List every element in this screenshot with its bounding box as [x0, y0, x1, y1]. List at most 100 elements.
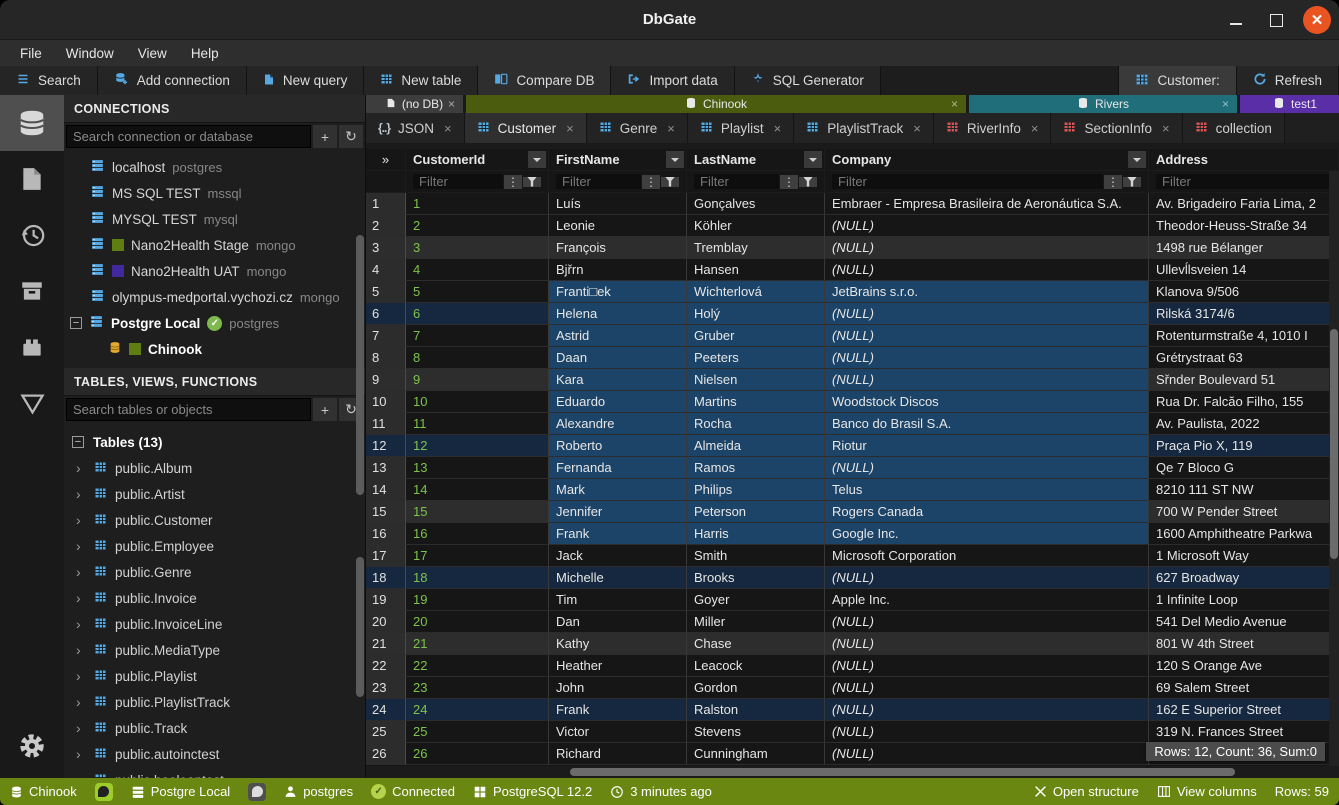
cell-company[interactable]: (NULL): [825, 633, 1149, 655]
connection-item[interactable]: olympus-medportal.vychozi.czmongo: [64, 284, 365, 310]
statusbar-connection[interactable]: Postgre Local: [131, 784, 231, 799]
cell-customerid[interactable]: 4: [406, 259, 549, 281]
cell-firstname[interactable]: John: [549, 677, 687, 699]
cell-company[interactable]: (NULL): [825, 325, 1149, 347]
close-icon[interactable]: ×: [913, 121, 921, 136]
row-number[interactable]: 19: [366, 589, 406, 611]
row-number[interactable]: 25: [366, 721, 406, 743]
row-number[interactable]: 3: [366, 237, 406, 259]
filter-input-customerid[interactable]: [413, 174, 503, 189]
table-tree-item[interactable]: ›public.InvoiceLine: [64, 611, 365, 637]
connection-item[interactable]: MS SQL TESTmssql: [64, 180, 365, 206]
cell-firstname[interactable]: Victor: [549, 721, 687, 743]
cell-firstname[interactable]: Daan: [549, 347, 687, 369]
open-structure-button[interactable]: Open structure: [1034, 784, 1139, 799]
cell-lastname[interactable]: Peterson: [687, 501, 825, 523]
cell-lastname[interactable]: Harris: [687, 523, 825, 545]
filter-funnel-icon[interactable]: [799, 177, 817, 187]
cell-company[interactable]: (NULL): [825, 215, 1149, 237]
cell-customerid[interactable]: 9: [406, 369, 549, 391]
vertical-scrollbar-thumb[interactable]: [1330, 329, 1338, 559]
row-number[interactable]: 1: [366, 193, 406, 215]
filter-input-lastname[interactable]: [694, 174, 779, 189]
connection-item[interactable]: Nano2Health Stagemongo: [64, 232, 365, 258]
tab-group-rivers[interactable]: Rivers×: [969, 95, 1237, 113]
cell-lastname[interactable]: Köhler: [687, 215, 825, 237]
cell-customerid[interactable]: 19: [406, 589, 549, 611]
close-icon[interactable]: ×: [1031, 121, 1039, 136]
cell-company[interactable]: (NULL): [825, 743, 1149, 765]
column-dropdown-icon[interactable]: [804, 151, 822, 168]
chevron-right-icon[interactable]: ›: [76, 668, 86, 684]
column-header-lastname[interactable]: LastName: [687, 149, 825, 171]
cell-company[interactable]: Woodstock Discos: [825, 391, 1149, 413]
cell-address[interactable]: 8210 111 ST NW: [1149, 479, 1339, 501]
cell-address[interactable]: Av. Paulista, 2022: [1149, 413, 1339, 435]
cell-customerid[interactable]: 7: [406, 325, 549, 347]
new-table-button[interactable]: New table: [364, 66, 478, 95]
close-icon[interactable]: ×: [444, 121, 452, 136]
row-number[interactable]: 14: [366, 479, 406, 501]
chevron-right-icon[interactable]: ›: [76, 616, 86, 632]
close-icon[interactable]: ×: [448, 97, 455, 111]
cell-company[interactable]: Embraer - Empresa Brasileira de Aeronáut…: [825, 193, 1149, 215]
table-tree-item[interactable]: ›public.Album: [64, 455, 365, 481]
cell-customerid[interactable]: 11: [406, 413, 549, 435]
row-number[interactable]: 4: [366, 259, 406, 281]
tab-group-test1[interactable]: test1: [1240, 95, 1339, 113]
cell-address[interactable]: Praça Pio X, 119: [1149, 435, 1339, 457]
cell-firstname[interactable]: Franti□ek: [549, 281, 687, 303]
chevron-right-icon[interactable]: ›: [76, 694, 86, 710]
context-table-button[interactable]: Customer:: [1118, 66, 1236, 95]
tab-playlist[interactable]: Playlist×: [688, 113, 794, 143]
cell-address[interactable]: Rilská 3174/6: [1149, 303, 1339, 325]
cell-firstname[interactable]: Frank: [549, 523, 687, 545]
cell-lastname[interactable]: Wichterlová: [687, 281, 825, 303]
cell-company[interactable]: (NULL): [825, 699, 1149, 721]
filter-triangle-icon[interactable]: [0, 375, 64, 431]
maximize-button[interactable]: [1263, 7, 1289, 33]
cell-address[interactable]: Rotenturmstraße 4, 1010 I: [1149, 325, 1339, 347]
files-icon[interactable]: [0, 151, 64, 207]
tab-group-chinook[interactable]: Chinook×: [466, 95, 966, 113]
row-number[interactable]: 6: [366, 303, 406, 325]
tables-scrollbar[interactable]: [356, 557, 364, 697]
cell-address[interactable]: 1 Microsoft Way: [1149, 545, 1339, 567]
horizontal-scrollbar-thumb[interactable]: [570, 768, 1235, 776]
row-number[interactable]: 13: [366, 457, 406, 479]
tab-json[interactable]: {..}JSON×: [366, 113, 465, 143]
tables-group-row[interactable]: − Tables (13): [64, 429, 365, 455]
cell-firstname[interactable]: Heather: [549, 655, 687, 677]
cell-company[interactable]: (NULL): [825, 721, 1149, 743]
cell-lastname[interactable]: Philips: [687, 479, 825, 501]
column-header-company[interactable]: Company: [825, 149, 1149, 171]
cell-address[interactable]: 801 W 4th Street: [1149, 633, 1339, 655]
plugins-icon[interactable]: [0, 319, 64, 375]
cell-firstname[interactable]: Bjřrn: [549, 259, 687, 281]
chevron-right-icon[interactable]: ›: [76, 746, 86, 762]
row-number[interactable]: 11: [366, 413, 406, 435]
cell-company[interactable]: Google Inc.: [825, 523, 1149, 545]
close-icon[interactable]: ×: [1222, 97, 1229, 111]
cell-customerid[interactable]: 1: [406, 193, 549, 215]
table-tree-item[interactable]: ›public.autoinctest: [64, 741, 365, 767]
cell-address[interactable]: 162 E Superior Street: [1149, 699, 1339, 721]
compare-db-button[interactable]: Compare DB: [478, 66, 611, 95]
cell-firstname[interactable]: François: [549, 237, 687, 259]
column-dropdown-icon[interactable]: [666, 151, 684, 168]
close-icon[interactable]: ×: [667, 121, 675, 136]
cell-firstname[interactable]: Alexandre: [549, 413, 687, 435]
cell-customerid[interactable]: 15: [406, 501, 549, 523]
chevron-right-icon[interactable]: ›: [76, 538, 86, 554]
column-header-firstname[interactable]: FirstName: [549, 149, 687, 171]
chevron-right-icon[interactable]: ›: [76, 590, 86, 606]
cell-firstname[interactable]: Luís: [549, 193, 687, 215]
row-number[interactable]: 9: [366, 369, 406, 391]
cell-firstname[interactable]: Richard: [549, 743, 687, 765]
row-number[interactable]: 20: [366, 611, 406, 633]
cell-company[interactable]: (NULL): [825, 237, 1149, 259]
cell-address[interactable]: Sřnder Boulevard 51: [1149, 369, 1339, 391]
cell-company[interactable]: (NULL): [825, 611, 1149, 633]
minimize-button[interactable]: [1223, 7, 1249, 33]
column-header-address[interactable]: Address: [1149, 149, 1339, 171]
